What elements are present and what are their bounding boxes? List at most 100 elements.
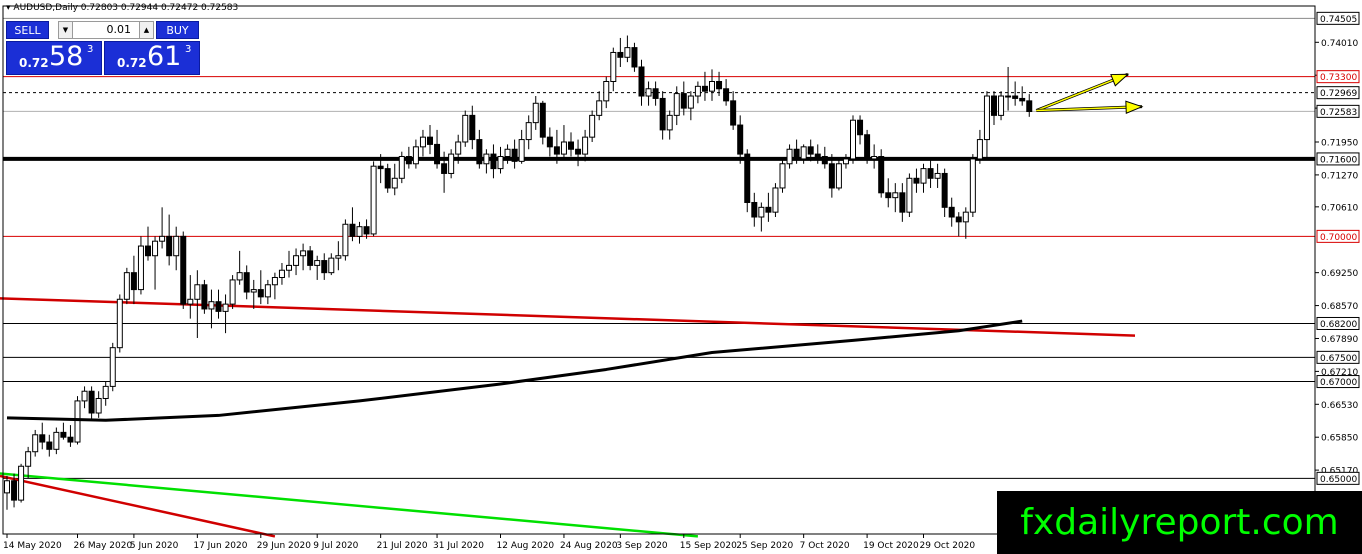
candle-body xyxy=(701,85,708,92)
candle-body xyxy=(962,211,969,223)
candle-body xyxy=(116,298,123,349)
candle-body xyxy=(145,245,151,257)
candle-body xyxy=(892,192,899,199)
candle xyxy=(18,463,25,503)
x-tick-label-6: 21 Jul 2020 xyxy=(377,541,428,551)
candle-body xyxy=(723,88,730,102)
candle-body xyxy=(469,114,476,141)
buy-button[interactable]: BUY xyxy=(156,21,199,39)
candle-body xyxy=(673,93,680,116)
candle-body xyxy=(293,255,300,266)
candle-body xyxy=(67,436,74,443)
ask-price-prefix: 0.72 xyxy=(117,56,147,70)
candle-body xyxy=(159,235,166,242)
candle-body xyxy=(800,146,807,160)
candle-body xyxy=(976,139,983,160)
lot-decrease-icon[interactable]: ▼ xyxy=(59,22,73,38)
candle xyxy=(998,91,1005,121)
candle-body xyxy=(821,156,828,165)
candle-body xyxy=(441,163,448,174)
candle-body xyxy=(476,139,483,165)
lot-size-input[interactable]: 0.01 xyxy=(75,22,137,38)
candle-body xyxy=(842,158,849,165)
bid-price-fraction: 3 xyxy=(87,44,94,55)
candle-body xyxy=(546,136,553,148)
candle-body xyxy=(793,148,800,160)
candle-body xyxy=(81,390,88,402)
candle-body xyxy=(123,272,130,300)
price-label-1: 0.73300 xyxy=(1320,73,1357,83)
lot-size-stepper[interactable]: ▼ 0.01 ▲ xyxy=(58,21,154,39)
candle-body xyxy=(419,136,426,148)
candle-body xyxy=(645,88,652,97)
symbol-dropdown-icon[interactable]: ▾ xyxy=(6,3,11,13)
candle-body xyxy=(342,223,349,257)
candle-body xyxy=(525,122,532,141)
candle-body xyxy=(321,260,328,274)
price-label-9: 0.65000 xyxy=(1320,475,1357,485)
candle-body xyxy=(166,235,173,257)
candle-body xyxy=(391,177,398,189)
candle-body xyxy=(694,85,701,97)
candle-body xyxy=(948,206,955,218)
x-tick-label-8: 12 Aug 2020 xyxy=(497,541,555,551)
candle-body xyxy=(927,168,934,179)
x-tick-label-12: 25 Sep 2020 xyxy=(736,541,793,551)
candle-body xyxy=(885,192,892,199)
candle-body xyxy=(998,95,1005,116)
candle-body xyxy=(490,153,497,170)
candle-body xyxy=(603,80,610,102)
candle-body xyxy=(955,216,962,223)
x-tick-label-0: 14 May 2020 xyxy=(3,541,62,551)
candle xyxy=(123,267,130,305)
candle-body xyxy=(913,177,920,184)
candle-body xyxy=(448,153,455,174)
candle-body xyxy=(328,257,335,274)
candle-body xyxy=(229,279,236,305)
y-tick-label-5: 0.70610 xyxy=(1321,203,1358,213)
bid-price-prefix: 0.72 xyxy=(19,56,49,70)
candle-body xyxy=(109,347,116,387)
candle-body xyxy=(659,97,666,131)
candle-body xyxy=(300,250,307,257)
candle-body xyxy=(405,156,412,165)
candle xyxy=(589,110,596,142)
candle-body xyxy=(744,153,751,203)
x-tick-label-10: 3 Sep 2020 xyxy=(616,541,668,551)
sell-button[interactable]: SELL xyxy=(6,21,49,39)
y-tick-label-3: 0.71950 xyxy=(1321,138,1358,148)
candle xyxy=(398,151,405,184)
bid-price-pips: 58 xyxy=(49,41,84,72)
candle-body xyxy=(349,223,356,237)
x-tick-label-11: 15 Sep 2020 xyxy=(680,541,737,551)
candle xyxy=(462,110,469,147)
candle-body xyxy=(335,255,342,259)
bid-price-button[interactable]: 0.72 58 3 xyxy=(6,41,102,75)
candle-body xyxy=(983,95,990,141)
candle-body xyxy=(772,187,779,213)
candle-body xyxy=(88,390,95,414)
candle-body xyxy=(730,100,737,126)
candle-body xyxy=(631,47,638,68)
candle-body xyxy=(920,168,927,184)
chart-window[interactable]: 0.740100.733300.726500.719500.712700.706… xyxy=(0,0,1362,554)
candle xyxy=(744,149,751,213)
candle xyxy=(850,115,856,164)
candle xyxy=(969,154,976,218)
x-tick-label-5: 9 Jul 2020 xyxy=(313,541,358,551)
price-label-5: 0.70000 xyxy=(1320,233,1357,243)
x-tick-label-13: 7 Oct 2020 xyxy=(800,541,850,551)
price-chart[interactable]: 0.740100.733300.726500.719500.712700.706… xyxy=(0,0,1362,554)
candle-body xyxy=(102,385,109,399)
candle xyxy=(906,173,913,218)
candle-body xyxy=(751,201,758,218)
x-tick-label-1: 26 May 2020 xyxy=(74,541,133,551)
x-tick-label-14: 19 Oct 2020 xyxy=(863,541,919,551)
price-label-8: 0.67000 xyxy=(1320,378,1357,388)
lot-increase-icon[interactable]: ▲ xyxy=(139,22,153,38)
candle-body xyxy=(610,51,617,82)
candle-body xyxy=(11,480,18,501)
candle-body xyxy=(356,226,363,237)
candle-body xyxy=(497,156,504,170)
ask-price-button[interactable]: 0.72 61 3 xyxy=(104,41,200,75)
